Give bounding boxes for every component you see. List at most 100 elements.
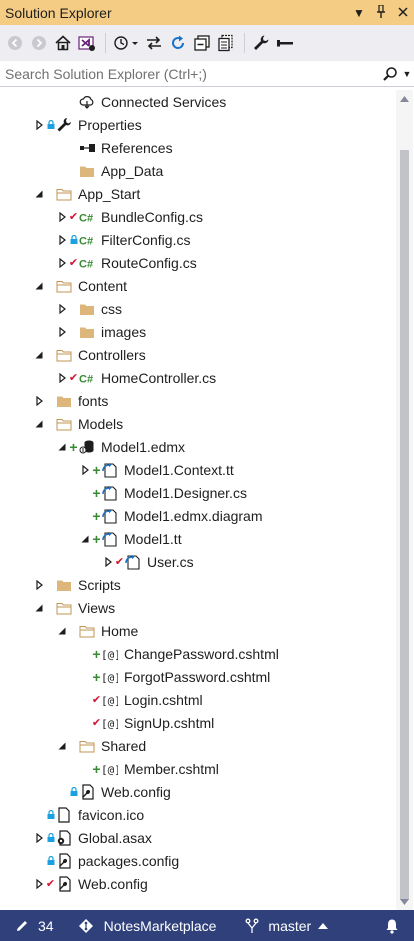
collapse-arrow-icon[interactable] <box>78 527 92 550</box>
tree-item[interactable]: ✔ C# BundleConfig.cs <box>0 205 396 228</box>
tt-template-icon <box>101 504 119 527</box>
tree-item[interactable]: ✔[@] Login.cshtml <box>0 688 396 711</box>
search-options-dropdown-icon[interactable]: ▼ <box>400 69 414 79</box>
title-bar: Solution Explorer ▼ <box>0 0 414 25</box>
vs-solution-icon[interactable] <box>76 32 98 54</box>
scrollbar-thumb[interactable] <box>400 150 409 900</box>
tree-item[interactable]: + Model1.edmx.diagram <box>0 504 396 527</box>
collapse-arrow-icon[interactable] <box>32 596 46 619</box>
tree-item[interactable]: Home <box>0 619 396 642</box>
tree-item[interactable]: Views <box>0 596 396 619</box>
tree-item[interactable]: References <box>0 136 396 159</box>
pending-changes-filter-icon[interactable] <box>111 32 141 54</box>
tree-item-label: Web.config <box>101 783 171 800</box>
expand-arrow-icon[interactable] <box>32 113 46 136</box>
tree-item[interactable]: + Model1.Designer.cs <box>0 481 396 504</box>
tree-item[interactable]: ✔[@] SignUp.cshtml <box>0 711 396 734</box>
search-icon[interactable] <box>380 66 400 82</box>
search-input[interactable] <box>0 64 380 83</box>
properties-wrench-icon[interactable] <box>250 32 272 54</box>
tree-item-label: Model1.Context.tt <box>124 461 234 478</box>
tree-item[interactable]: ✔ C# HomeController.cs <box>0 366 396 389</box>
tree-item[interactable]: packages.config <box>0 849 396 872</box>
collapse-arrow-icon[interactable] <box>32 412 46 435</box>
razor-file-icon: [@] <box>101 665 119 688</box>
show-all-files-icon[interactable] <box>215 32 237 54</box>
preview-selected-items-icon[interactable] <box>274 32 296 54</box>
vertical-scrollbar[interactable] <box>396 90 413 910</box>
branch-indicator[interactable]: master <box>244 910 329 941</box>
sync-with-active-document-icon[interactable] <box>143 32 165 54</box>
tree-item[interactable]: App_Start <box>0 182 396 205</box>
expand-arrow-icon[interactable] <box>32 573 46 596</box>
back-icon[interactable] <box>4 32 26 54</box>
tree-item[interactable]: css <box>0 297 396 320</box>
expand-arrow-icon[interactable] <box>55 320 69 343</box>
file-icon <box>55 803 73 826</box>
tree-item[interactable]: + Model1.Context.tt <box>0 458 396 481</box>
home-icon[interactable] <box>52 32 74 54</box>
refresh-icon[interactable] <box>167 32 189 54</box>
tree-item[interactable]: C# FilterConfig.cs <box>0 228 396 251</box>
tree-item[interactable]: Web.config <box>0 780 396 803</box>
status-spacer <box>69 734 78 757</box>
dropdown-arrow-icon[interactable]: ▼ <box>348 6 370 20</box>
tree-item[interactable]: +[@] Member.cshtml <box>0 757 396 780</box>
tree-item[interactable]: + Model1.edmx <box>0 435 396 458</box>
collapse-arrow-icon[interactable] <box>55 435 69 458</box>
checked-in-icon: ✔ <box>68 257 79 269</box>
collapse-arrow-icon[interactable] <box>32 182 46 205</box>
folder-open-icon <box>55 274 73 297</box>
pending-add-icon: + <box>92 530 101 547</box>
expand-arrow-icon[interactable] <box>55 228 69 251</box>
collapse-all-icon[interactable] <box>191 32 213 54</box>
tree-item[interactable]: + Model1.tt <box>0 527 396 550</box>
pending-changes-indicator[interactable]: 34 <box>0 910 54 941</box>
expand-arrow-icon[interactable] <box>101 550 115 573</box>
git-repo-icon <box>78 918 93 933</box>
expand-arrow-icon[interactable] <box>55 366 69 389</box>
lock-icon <box>46 849 55 872</box>
tree-item[interactable]: Content <box>0 274 396 297</box>
tree-item[interactable]: Shared <box>0 734 396 757</box>
expand-arrow-icon[interactable] <box>55 205 69 228</box>
close-icon[interactable] <box>392 6 414 20</box>
expand-arrow-icon[interactable] <box>55 297 69 320</box>
expand-arrow-icon[interactable] <box>78 458 92 481</box>
tree-item[interactable]: Properties <box>0 113 396 136</box>
tree-item[interactable]: Models <box>0 412 396 435</box>
tree-item[interactable]: ✔ User.cs <box>0 550 396 573</box>
tree-item[interactable]: Global.asax <box>0 826 396 849</box>
tree-item[interactable]: +[@] ChangePassword.cshtml <box>0 642 396 665</box>
status-spacer <box>69 297 78 320</box>
tree-item[interactable]: ✔ Web.config <box>0 872 396 895</box>
scroll-down-icon[interactable] <box>396 893 413 910</box>
tree-item[interactable]: App_Data <box>0 159 396 182</box>
tree-item[interactable]: +[@] ForgotPassword.cshtml <box>0 665 396 688</box>
tree-item[interactable]: favicon.ico <box>0 803 396 826</box>
collapse-arrow-icon[interactable] <box>55 734 69 757</box>
scroll-up-icon[interactable] <box>396 90 413 107</box>
pin-icon[interactable] <box>370 3 392 21</box>
tree-item[interactable]: images <box>0 320 396 343</box>
tree-item[interactable]: ✔ C# RouteConfig.cs <box>0 251 396 274</box>
notifications-bell-icon[interactable] <box>384 910 400 941</box>
collapse-arrow-icon[interactable] <box>32 274 46 297</box>
expand-arrow-icon[interactable] <box>55 251 69 274</box>
tree-item[interactable]: Scripts <box>0 573 396 596</box>
tree-item[interactable]: Controllers <box>0 343 396 366</box>
collapse-arrow-icon[interactable] <box>32 343 46 366</box>
folder-open-icon <box>55 596 73 619</box>
checked-in-icon: ✔ <box>68 372 79 384</box>
forward-icon[interactable] <box>28 32 50 54</box>
tree-item[interactable]: fonts <box>0 389 396 412</box>
expand-arrow-icon[interactable] <box>32 826 46 849</box>
status-spacer <box>46 412 55 435</box>
expand-arrow-icon[interactable] <box>32 389 46 412</box>
tree-item[interactable]: Connected Services <box>0 90 396 113</box>
collapse-arrow-icon[interactable] <box>55 619 69 642</box>
expand-arrow-icon[interactable] <box>32 872 46 895</box>
repository-indicator[interactable]: NotesMarketplace <box>78 910 216 941</box>
